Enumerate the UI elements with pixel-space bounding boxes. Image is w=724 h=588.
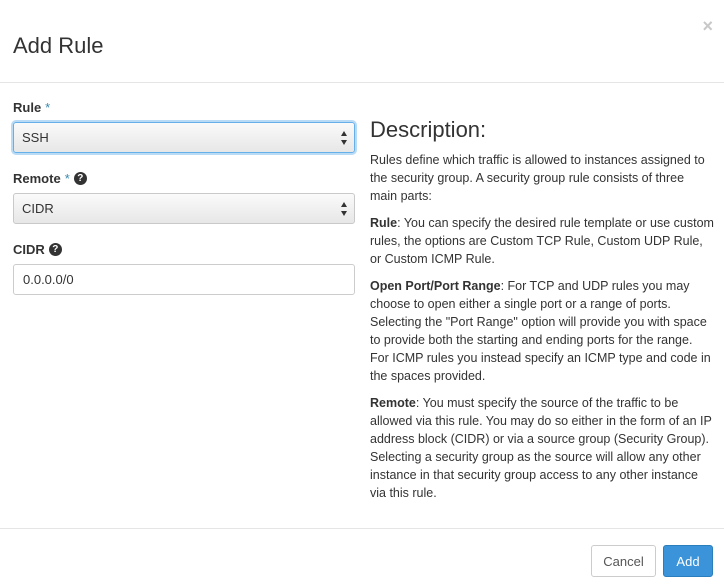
description-port-text: : For TCP and UDP rules you may choose t… <box>370 279 711 383</box>
cancel-button[interactable]: Cancel <box>591 545 656 577</box>
select-arrows-icon <box>341 131 348 145</box>
rule-select[interactable]: SSH <box>13 122 355 153</box>
cidr-label-text: CIDR <box>13 241 45 257</box>
description-rule-term: Rule <box>370 216 398 230</box>
rule-form-group: Rule * SSH <box>13 98 355 153</box>
description-remote-term: Remote <box>370 396 416 410</box>
cidr-input[interactable] <box>13 264 355 295</box>
close-icon[interactable]: × <box>702 17 713 35</box>
modal-header: Add Rule × <box>0 0 724 83</box>
remote-label-text: Remote <box>13 170 61 186</box>
add-button[interactable]: Add <box>663 545 713 577</box>
modal-footer: Cancel Add <box>0 528 724 588</box>
description-port: Open Port/Port Range: For TCP and UDP ru… <box>370 277 714 385</box>
rule-required-star: * <box>45 99 51 115</box>
description-title: Description: <box>370 117 487 142</box>
description-remote-text: : You must specify the source of the tra… <box>370 396 712 500</box>
rule-label: Rule * <box>13 98 355 116</box>
description-panel: Description: Rules define which traffic … <box>370 117 714 511</box>
remote-label: Remote * ? <box>13 169 355 187</box>
description-rule-text: : You can specify the desired rule templ… <box>370 216 714 266</box>
remote-required-star: * <box>64 170 70 186</box>
rule-form: Rule * SSH Remote * ? CIDR CIDR ? <box>13 98 355 311</box>
select-arrows-icon <box>341 202 348 216</box>
rule-select-value: SSH <box>22 130 49 145</box>
question-circle-icon[interactable]: ? <box>48 242 62 256</box>
cidr-label: CIDR ? <box>13 240 355 258</box>
description-remote: Remote: You must specify the source of t… <box>370 394 714 502</box>
modal-title: Add Rule <box>13 33 104 58</box>
question-circle-icon[interactable]: ? <box>73 171 87 185</box>
description-rule: Rule: You can specify the desired rule t… <box>370 214 714 268</box>
remote-form-group: Remote * ? CIDR <box>13 169 355 224</box>
remote-select-value: CIDR <box>22 201 54 216</box>
remote-select[interactable]: CIDR <box>13 193 355 224</box>
cidr-form-group: CIDR ? <box>13 240 355 295</box>
rule-label-text: Rule <box>13 99 42 115</box>
description-intro: Rules define which traffic is allowed to… <box>370 153 705 203</box>
description-port-term: Open Port/Port Range <box>370 279 501 293</box>
